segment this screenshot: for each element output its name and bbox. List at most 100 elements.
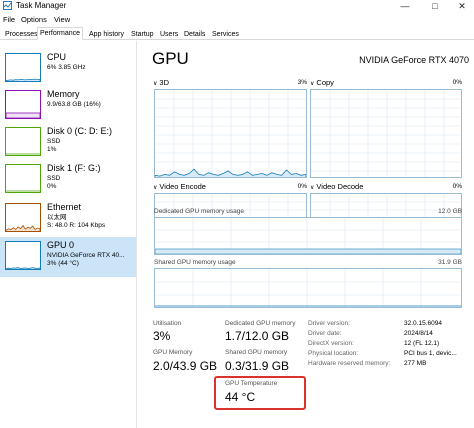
- dedicated-memory-graph: [154, 217, 462, 255]
- sidebar-item-detail: SSD: [47, 175, 61, 182]
- sidebar-item-disk-0[interactable]: Disk 0 (C: D: E:) SSD 1%: [0, 123, 136, 163]
- sidebar-divider: [136, 41, 137, 428]
- directx-version-value: 12 (FL 12.1): [404, 340, 440, 347]
- engine-3d-percent: 3%: [297, 79, 307, 86]
- sidebar-item-name: Disk 0 (C: D: E:): [47, 126, 113, 136]
- graph-gridlines: [155, 218, 461, 254]
- physical-location-value: PCI bus 1, devic...: [404, 350, 457, 357]
- sidebar-scrollbar[interactable]: [138, 41, 144, 428]
- sidebar-item-name: GPU 0: [47, 240, 75, 250]
- sidebar-item-name: Disk 1 (F: G:): [47, 163, 101, 173]
- dedicated-memory-fill: [155, 248, 461, 254]
- tab-app-history[interactable]: App history: [86, 29, 127, 40]
- engine-video-encode-percent: 0%: [297, 183, 307, 190]
- utilisation-label: Utilisation: [153, 320, 182, 327]
- engine-copy-graph: [310, 89, 462, 178]
- engine-video-encode-selector[interactable]: ∨ Video Encode: [153, 182, 206, 193]
- sidebar-item-disk-1[interactable]: Disk 1 (F: G:) SSD 0%: [0, 160, 136, 200]
- engine-video-decode-label: Video Decode: [316, 182, 364, 191]
- graph-gridlines: [155, 269, 461, 307]
- driver-version-key: Driver version:: [308, 320, 350, 327]
- dedicated-memory-stat-label: Dedicated GPU memory: [225, 320, 296, 327]
- resource-sidebar: CPU 6% 3.85 GHz Memory 9.9/63.8 GB (16%)…: [0, 41, 136, 428]
- dedicated-memory-max: 12.0 GB: [438, 208, 462, 215]
- sidebar-item-memory[interactable]: Memory 9.9/63.8 GB (16%): [0, 86, 136, 126]
- chevron-down-icon: ∨: [310, 185, 315, 191]
- engine-video-encode-label: Video Encode: [159, 182, 206, 191]
- sidebar-item-name: CPU: [47, 52, 67, 62]
- sidebar-item-detail: S: 48.0 R: 104 Kbps: [47, 222, 106, 229]
- engine-copy-percent: 0%: [452, 79, 462, 86]
- tab-services[interactable]: Services: [209, 29, 242, 40]
- engine-video-decode-percent: 0%: [452, 183, 462, 190]
- gpu-temperature-value: 44 °C: [225, 390, 256, 404]
- menu-file[interactable]: File: [3, 15, 15, 24]
- gpu-memory-value: 2.0/43.9 GB: [153, 359, 218, 373]
- gpu-detail-panel: GPU NVIDIA GeForce RTX 4070 ∨ 3D 3% ∨ Co…: [145, 41, 474, 428]
- shared-memory-graph: [154, 268, 462, 308]
- chevron-down-icon: ∨: [153, 185, 158, 191]
- minimize-button[interactable]: —: [395, 0, 415, 12]
- sidebar-item-detail: 3% (44 °C): [47, 260, 79, 267]
- sidebar-item-name: Memory: [47, 89, 80, 99]
- tab-bar: Processes Performance App history Startu…: [0, 27, 474, 40]
- driver-date-key: Driver date:: [308, 330, 342, 337]
- gpu-0-thumbnail-graph: [5, 241, 41, 270]
- tab-details[interactable]: Details: [181, 29, 208, 40]
- tab-performance[interactable]: Performance: [37, 27, 84, 40]
- chevron-down-icon: ∨: [310, 81, 315, 87]
- sidebar-item-gpu-0[interactable]: GPU 0 NVIDIA GeForce RTX 40... 3% (44 °C…: [0, 237, 136, 277]
- shared-memory-stat-value: 0.3/31.9 GB: [225, 359, 290, 373]
- maximize-button[interactable]: □: [425, 0, 445, 12]
- sidebar-item-name: Ethernet: [47, 202, 82, 212]
- sidebar-item-cpu[interactable]: CPU 6% 3.85 GHz: [0, 49, 136, 89]
- tab-startup[interactable]: Startup: [128, 29, 157, 40]
- menu-options[interactable]: Options: [21, 15, 47, 24]
- chevron-down-icon: ∨: [153, 81, 158, 87]
- sidebar-item-detail: 1%: [47, 146, 57, 153]
- engine-3d-usage-line: [155, 168, 306, 177]
- close-button[interactable]: ✕: [452, 0, 472, 12]
- engine-video-decode-selector[interactable]: ∨ Video Decode: [310, 182, 363, 193]
- gpu-model-name: NVIDIA GeForce RTX 4070: [359, 55, 469, 65]
- page-title: GPU: [152, 49, 189, 68]
- engine-copy-selector[interactable]: ∨ Copy: [310, 78, 334, 89]
- hardware-reserved-memory-key: Hardware reserved memory:: [308, 360, 391, 367]
- ethernet-thumbnail-graph: [5, 203, 41, 232]
- shared-memory-max: 31.9 GB: [438, 259, 462, 266]
- menu-bar: File Options View: [0, 13, 474, 26]
- hardware-reserved-memory-value: 277 MB: [404, 360, 427, 367]
- graph-gridlines: [155, 90, 306, 177]
- directx-version-key: DirectX version:: [308, 340, 354, 347]
- dedicated-memory-label: Dedicated GPU memory usage: [154, 208, 244, 215]
- utilisation-value: 3%: [153, 329, 171, 343]
- sidebar-item-detail: 以太网: [47, 214, 67, 221]
- sidebar-item-ethernet[interactable]: Ethernet 以太网 S: 48.0 R: 104 Kbps: [0, 199, 136, 239]
- disk-0-thumbnail-graph: [5, 127, 41, 156]
- graph-gridlines: [311, 90, 461, 177]
- sidebar-item-detail: 6% 3.85 GHz: [47, 64, 86, 71]
- menu-view[interactable]: View: [54, 15, 70, 24]
- tab-processes[interactable]: Processes: [2, 29, 41, 40]
- tab-users[interactable]: Users: [157, 29, 181, 40]
- disk-1-thumbnail-graph: [5, 164, 41, 193]
- sidebar-item-detail: 0%: [47, 183, 57, 190]
- engine-3d-graph: [154, 89, 307, 178]
- engine-3d-label: 3D: [159, 78, 169, 87]
- gpu-temperature-label: GPU Temperature: [225, 380, 278, 387]
- shared-memory-stat-label: Shared GPU memory: [225, 349, 288, 356]
- driver-version-value: 32.0.15.6094: [404, 320, 442, 327]
- window-title: Task Manager: [16, 1, 67, 10]
- title-bar: Task Manager — □ ✕: [0, 0, 474, 13]
- sidebar-item-detail: SSD: [47, 138, 61, 145]
- memory-thumbnail-graph: [5, 90, 41, 119]
- engine-3d-selector[interactable]: ∨ 3D: [153, 78, 169, 89]
- cpu-thumbnail-graph: [5, 53, 41, 82]
- sidebar-item-detail: 9.9/63.8 GB (16%): [47, 101, 101, 108]
- gpu-memory-label: GPU Memory: [153, 349, 193, 356]
- task-manager-icon: [3, 1, 12, 10]
- engine-copy-label: Copy: [316, 78, 334, 87]
- dedicated-memory-stat-value: 1.7/12.0 GB: [225, 329, 290, 343]
- shared-memory-label: Shared GPU memory usage: [154, 259, 236, 266]
- physical-location-key: Physical location:: [308, 350, 359, 357]
